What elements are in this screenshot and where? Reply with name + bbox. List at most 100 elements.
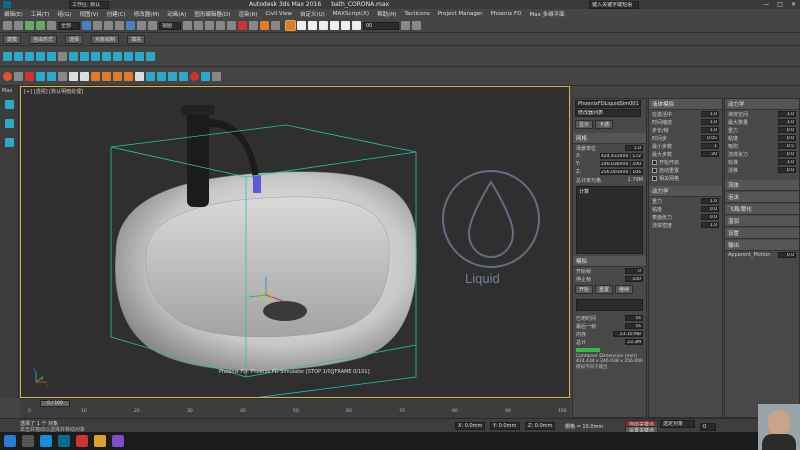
ribbon-tab[interactable]: 对象绘制 bbox=[91, 34, 120, 44]
max-taskbar-icon[interactable] bbox=[58, 435, 70, 447]
param-value[interactable]: 0 bbox=[625, 268, 643, 274]
ribbon-tab[interactable]: 建模 bbox=[3, 34, 22, 44]
panel-button[interactable]: 卡通 bbox=[595, 120, 614, 129]
param-value[interactable]: 20 bbox=[701, 151, 719, 157]
param-value[interactable]: 23.3M bbox=[625, 339, 643, 345]
rollout-item[interactable]: 泡沫 bbox=[725, 192, 799, 203]
rollout-item[interactable]: 流体 bbox=[725, 180, 799, 191]
ribbon-tab[interactable]: 填充 bbox=[127, 34, 146, 44]
param-value[interactable]: 0.0 bbox=[778, 167, 796, 173]
param-value[interactable]: 0.0 bbox=[778, 127, 796, 133]
help-icon[interactable] bbox=[190, 71, 199, 81]
param-value-2[interactable]: 104 bbox=[631, 169, 643, 175]
pause-icon[interactable] bbox=[58, 71, 67, 81]
smoke-icon[interactable] bbox=[102, 71, 111, 81]
menu-item[interactable]: Max 多维平面 bbox=[529, 10, 564, 18]
option-row[interactable]: 自动重置 bbox=[649, 166, 722, 174]
grid-section-title[interactable]: 网格 bbox=[573, 133, 646, 144]
sim-button[interactable]: 重置 bbox=[595, 285, 614, 294]
rollout-item[interactable]: 湿润 bbox=[725, 216, 799, 227]
liquid-sim-title[interactable]: 液体模拟 bbox=[649, 99, 722, 110]
minimize-icon[interactable]: — bbox=[763, 1, 769, 8]
sim-start-icon[interactable] bbox=[14, 71, 23, 81]
maximize-icon[interactable]: □ bbox=[777, 1, 783, 8]
key-filter-select[interactable]: 选定对象 bbox=[660, 420, 695, 428]
manipulate-icon[interactable] bbox=[194, 21, 203, 30]
x-coord[interactable]: X: 0.0mm bbox=[455, 422, 485, 430]
percent-snap-icon[interactable] bbox=[227, 21, 236, 30]
param-value[interactable]: 424.433mm bbox=[600, 153, 630, 159]
perspective-viewport[interactable]: [+] [透视] [默认明暗处理] Liquid Phoenix FD: Pho… bbox=[20, 86, 570, 398]
menu-item[interactable]: 渲染(R) bbox=[238, 10, 257, 18]
pivot-icon[interactable] bbox=[183, 21, 192, 30]
time-slider[interactable]: 0 / 100 bbox=[40, 400, 70, 407]
fire-icon[interactable] bbox=[25, 71, 34, 81]
render-frame-icon[interactable] bbox=[412, 21, 421, 30]
spinner-snap-icon[interactable] bbox=[238, 21, 247, 30]
sim-section-title[interactable]: 模拟 bbox=[573, 256, 646, 267]
unlink-icon[interactable] bbox=[36, 21, 45, 30]
scale-icon[interactable] bbox=[148, 21, 157, 30]
param-value-2[interactable]: 100 bbox=[631, 161, 643, 167]
menu-item[interactable]: Tacticons bbox=[405, 11, 430, 17]
object-list[interactable]: 计算 bbox=[576, 186, 643, 254]
particle-icon[interactable] bbox=[58, 51, 67, 61]
rollout-item[interactable]: 设置 bbox=[725, 228, 799, 239]
browser-icon[interactable] bbox=[40, 435, 52, 447]
object-name-field[interactable]: PhoenixFDLiquidSim001 bbox=[575, 100, 641, 108]
rotate-icon[interactable] bbox=[137, 21, 146, 30]
candle-icon[interactable] bbox=[124, 71, 133, 81]
y-coord[interactable]: Y: 0.0mm bbox=[490, 422, 520, 430]
schematic-icon[interactable] bbox=[330, 21, 339, 30]
pour-icon[interactable] bbox=[157, 71, 166, 81]
preview-field[interactable] bbox=[576, 299, 643, 311]
menu-item[interactable]: MAXScript(X) bbox=[333, 11, 369, 17]
timeline[interactable]: 0 / 100 0 10 20 30 40 50 60 70 80 90 100 bbox=[20, 398, 570, 418]
param-value[interactable]: 0s bbox=[625, 323, 643, 329]
ocean-preset-icon[interactable] bbox=[179, 71, 188, 81]
menu-item[interactable]: 创建(C) bbox=[107, 10, 126, 18]
frame-field[interactable]: 0 bbox=[700, 423, 716, 431]
menu-item[interactable]: 修改器(M) bbox=[134, 10, 160, 18]
stop-icon[interactable] bbox=[69, 71, 78, 81]
strip-icon-1[interactable] bbox=[5, 100, 14, 109]
region-select-icon[interactable] bbox=[104, 21, 113, 30]
menu-item[interactable]: 动画(A) bbox=[167, 10, 186, 18]
dynamics-title[interactable]: 动力学 bbox=[649, 186, 722, 197]
sim-button[interactable]: 继续 bbox=[615, 285, 634, 294]
param-value[interactable]: 100 bbox=[625, 276, 643, 282]
splash-preset-icon[interactable] bbox=[168, 71, 177, 81]
select-icon[interactable] bbox=[82, 21, 91, 30]
force-icon[interactable] bbox=[124, 51, 133, 61]
strip-icon-2[interactable] bbox=[5, 119, 14, 128]
menu-item[interactable]: 工具(T) bbox=[31, 10, 50, 18]
render-setup-icon[interactable] bbox=[352, 21, 361, 30]
fire-source-icon[interactable] bbox=[91, 71, 100, 81]
menu-item[interactable]: 自定义(U) bbox=[300, 10, 325, 18]
playback-icon[interactable] bbox=[146, 51, 155, 61]
panel-button[interactable]: 显示 bbox=[575, 120, 594, 129]
splash-icon[interactable] bbox=[91, 51, 100, 61]
mirror-icon[interactable] bbox=[260, 21, 269, 30]
modifier-list-select[interactable]: 修改器列表 bbox=[575, 109, 641, 117]
param-value[interactable]: 1 bbox=[701, 143, 719, 149]
source-icon[interactable] bbox=[25, 51, 34, 61]
param-value[interactable]: 0.0 bbox=[778, 151, 796, 157]
move-icon[interactable] bbox=[126, 21, 135, 30]
param-value[interactable]: 1.0 bbox=[701, 119, 719, 125]
layer-icon[interactable] bbox=[297, 21, 306, 30]
window-crossing-icon[interactable] bbox=[115, 21, 124, 30]
param-value[interactable]: 246.036mm bbox=[600, 161, 630, 167]
param-value[interactable]: 0.05 bbox=[701, 135, 719, 141]
param-value[interactable]: 1.0 bbox=[701, 127, 719, 133]
snap-icon[interactable] bbox=[205, 21, 214, 30]
menu-item[interactable]: 组(G) bbox=[57, 10, 71, 18]
menu-item[interactable]: 编辑(E) bbox=[4, 10, 23, 18]
workspace-select[interactable]: 工作区: 默认 bbox=[69, 0, 109, 9]
water-icon[interactable] bbox=[146, 71, 155, 81]
param-value[interactable]: 0.5 bbox=[778, 143, 796, 149]
checkbox-icon[interactable] bbox=[652, 175, 657, 181]
shader-icon[interactable] bbox=[69, 51, 78, 61]
wet-icon[interactable] bbox=[113, 51, 122, 61]
search-input[interactable]: 键入关键字或短语 bbox=[589, 0, 640, 9]
